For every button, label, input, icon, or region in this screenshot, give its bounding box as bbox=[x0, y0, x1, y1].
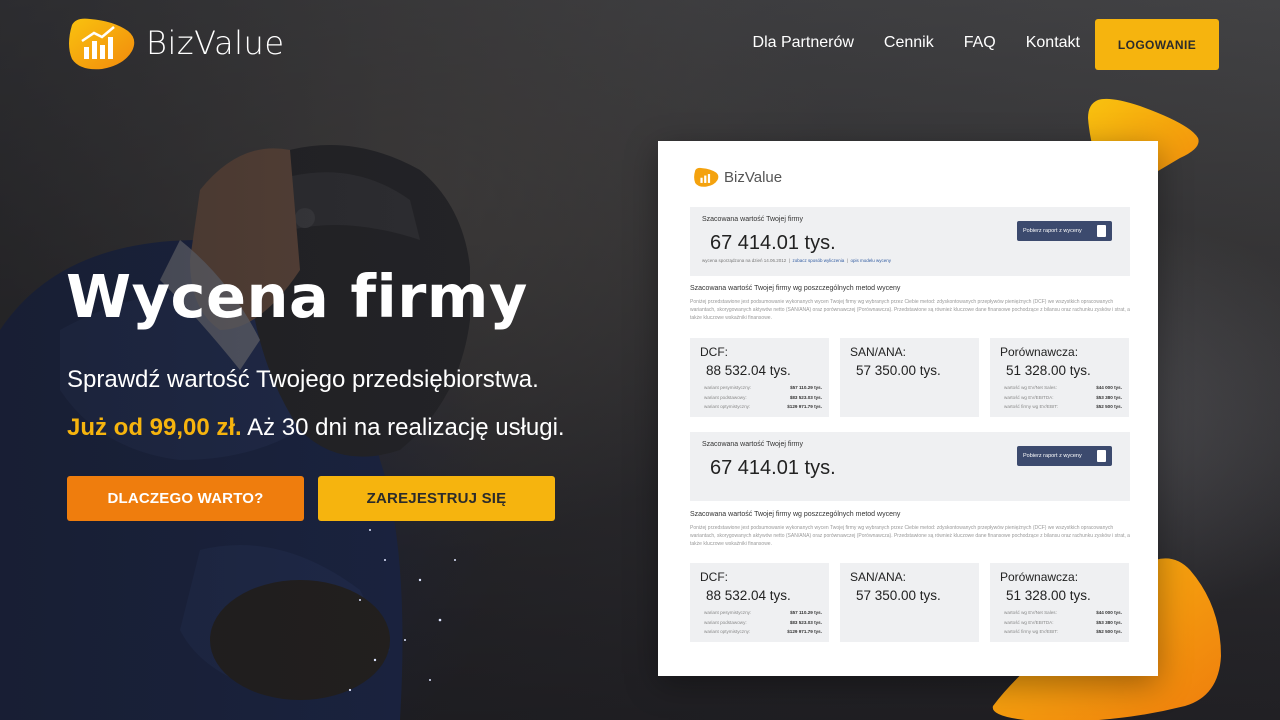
card-value: 51 328.00 tys. bbox=[1006, 588, 1091, 603]
card-row: wartość firmy wg EV/EBIT: $52 500 tys. bbox=[1004, 404, 1122, 409]
nav-faq[interactable]: FAQ bbox=[964, 34, 996, 52]
price-rest: Aż 30 dni na realizację usługi. bbox=[241, 414, 565, 441]
price-highlight: Już od 99,00 zł. bbox=[67, 414, 242, 441]
download-label: Pobierz raport z wyceny bbox=[1023, 453, 1082, 459]
card-dcf: DCF: 88 532.04 tys. wariant pesymistyczn… bbox=[690, 563, 829, 642]
panel-label: Szacowana wartość Twojej firmy bbox=[702, 441, 804, 448]
login-button[interactable]: LOGOWANIE bbox=[1095, 19, 1219, 70]
meta-link-calc[interactable]: zobacz sposób wyliczenia bbox=[792, 258, 844, 263]
register-button[interactable]: ZAREJESTRUJ SIĘ bbox=[318, 476, 555, 521]
nav-pricing[interactable]: Cennik bbox=[884, 34, 934, 52]
card-san-ana: SAN/ANA: 57 350.00 tys. bbox=[840, 338, 979, 417]
panel-label: Szacowana wartość Twojej firmy bbox=[702, 216, 804, 223]
card-row: wariant optymistyczny: $129 971.79 tys. bbox=[704, 629, 822, 634]
card-row: wartość wg EV/Net Sales: $44 000 tys. bbox=[1004, 610, 1122, 615]
logo-chart-icon bbox=[69, 18, 135, 70]
card-value: 57 350.00 tys. bbox=[856, 363, 941, 378]
card-row: wartość wg EV/EBITDA: $53 380 tys. bbox=[1004, 394, 1122, 400]
card-value: 51 328.00 tys. bbox=[1006, 363, 1091, 378]
panel-meta: wycena sporządzona na dzień 14.06.2012 |… bbox=[702, 258, 891, 263]
card-value: 88 532.04 tys. bbox=[706, 588, 791, 603]
panel-value: 67 414.01 tys. bbox=[710, 232, 836, 254]
hero-subtitle: Sprawdź wartość Twojego przedsiębiorstwa… bbox=[67, 366, 539, 393]
card-row: wartość wg EV/EBITDA: $53 380 tys. bbox=[1004, 619, 1122, 625]
card-row: wariant podstawowy: $83 523.03 tys. bbox=[704, 394, 822, 400]
meta-date: wycena sporządzona na dzień 14.06.2012 bbox=[702, 258, 787, 263]
panel-value: 67 414.01 tys. bbox=[710, 457, 836, 479]
card-row: wartość firmy wg EV/EBIT: $52 500 tys. bbox=[1004, 629, 1122, 634]
card-dcf: DCF: 88 532.04 tys. wariant pesymistyczn… bbox=[690, 338, 829, 417]
report-logo-icon bbox=[694, 167, 719, 187]
card-title: Porównawcza: bbox=[1000, 570, 1079, 584]
download-report-button[interactable]: Pobierz raport z wyceny bbox=[1017, 221, 1112, 241]
why-button[interactable]: DLACZEGO WARTO? bbox=[67, 476, 304, 521]
brand-logo[interactable]: BizValue bbox=[66, 15, 285, 71]
card-title: DCF: bbox=[700, 570, 728, 584]
hero-price-line: Już od 99,00 zł. Aż 30 dni na realizację… bbox=[67, 414, 565, 442]
report-logo: BizValue bbox=[693, 166, 782, 188]
section-description: Poniżej przedstawione jest podsumowanie … bbox=[690, 525, 1130, 547]
card-value: 88 532.04 tys. bbox=[706, 363, 791, 378]
card-title: DCF: bbox=[700, 345, 728, 359]
logo-text: BizValue bbox=[146, 24, 285, 62]
card-row: wariant pesymistyczny: $57 110.29 tys. bbox=[704, 610, 822, 615]
report-value-panel-2: Szacowana wartość Twojej firmy 67 414.01… bbox=[690, 432, 1130, 501]
section-title: Szacowana wartość Twojej firmy wg poszcz… bbox=[690, 285, 901, 292]
card-title: SAN/ANA: bbox=[850, 345, 907, 359]
card-row: wariant optymistyczny: $129 971.79 tys. bbox=[704, 404, 822, 409]
nav-partners[interactable]: Dla Partnerów bbox=[753, 34, 854, 52]
card-title: SAN/ANA: bbox=[850, 570, 907, 584]
report-logo-text: BizValue bbox=[724, 168, 783, 186]
section-description: Poniżej przedstawione jest podsumowanie … bbox=[690, 299, 1130, 321]
section-title: Szacowana wartość Twojej firmy wg poszcz… bbox=[690, 511, 901, 518]
card-comparative: Porównawcza: 51 328.00 tys. wartość wg E… bbox=[990, 338, 1129, 417]
card-value: 57 350.00 tys. bbox=[856, 588, 941, 603]
card-comparative: Porównawcza: 51 328.00 tys. wartość wg E… bbox=[990, 563, 1129, 642]
card-title: Porównawcza: bbox=[1000, 345, 1079, 359]
download-label: Pobierz raport z wyceny bbox=[1023, 228, 1082, 234]
meta-link-model[interactable]: opis modelu wyceny bbox=[850, 258, 891, 263]
report-value-panel: Szacowana wartość Twojej firmy 67 414.01… bbox=[690, 207, 1130, 276]
card-san-ana: SAN/ANA: 57 350.00 tys. bbox=[840, 563, 979, 642]
report-preview: BizValue Szacowana wartość Twojej firmy … bbox=[658, 141, 1158, 676]
pdf-icon bbox=[1097, 225, 1106, 237]
main-nav: Dla Partnerów Cennik FAQ Kontakt bbox=[753, 34, 1080, 52]
nav-contact[interactable]: Kontakt bbox=[1026, 34, 1080, 52]
download-report-button[interactable]: Pobierz raport z wyceny bbox=[1017, 446, 1112, 466]
card-row: wartość wg EV/Net Sales: $44 000 tys. bbox=[1004, 385, 1122, 390]
card-row: wariant podstawowy: $83 523.03 tys. bbox=[704, 619, 822, 625]
hero-title: Wycena firmy bbox=[66, 262, 528, 331]
pdf-icon bbox=[1097, 450, 1106, 462]
site-header: BizValue Dla Partnerów Cennik FAQ Kontak… bbox=[0, 0, 1280, 90]
card-row: wariant pesymistyczny: $57 110.29 tys. bbox=[704, 385, 822, 390]
